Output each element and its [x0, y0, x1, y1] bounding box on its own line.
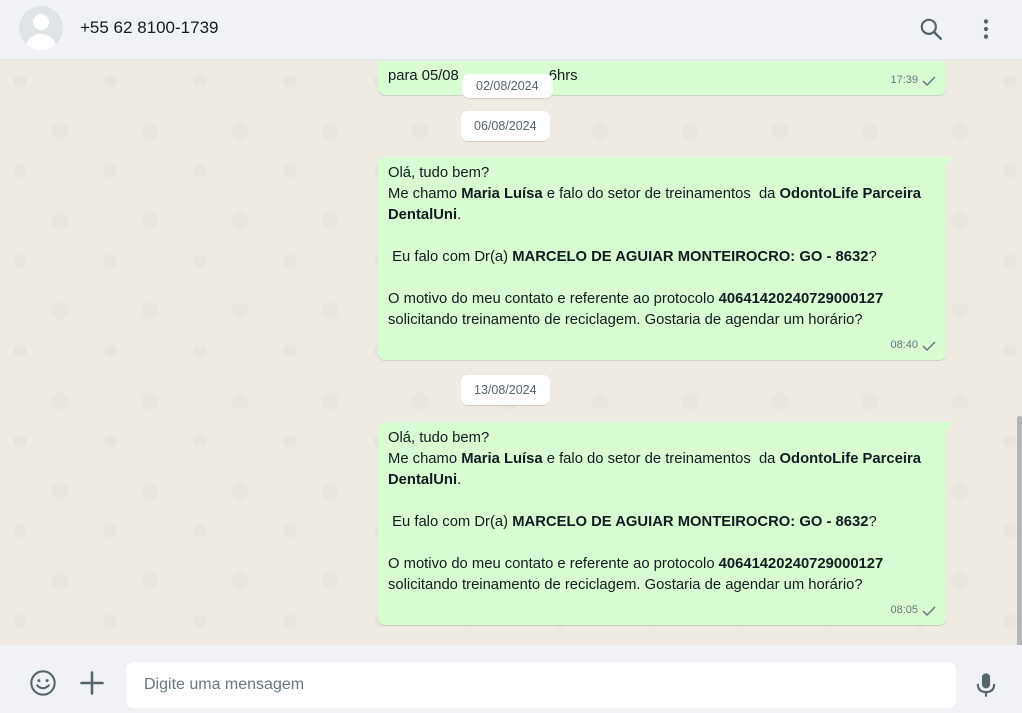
- message-input-placeholder: Digite uma mensagem: [144, 676, 305, 693]
- message-time: 08:40: [890, 339, 918, 351]
- date-label: 13/08/2024: [474, 383, 537, 397]
- date-chip: 06/08/2024: [461, 111, 550, 141]
- message-meta: 08:05: [890, 600, 936, 621]
- message-bubble[interactable]: Olá, tudo bem? Me chamo Maria Luísa e fa…: [378, 157, 954, 360]
- microphone-icon[interactable]: [972, 671, 1000, 699]
- avatar-head: [33, 14, 49, 30]
- chat-area[interactable]: para 05/08 6hrs 17:39 02/08/2024 06/08/20…: [0, 61, 1022, 645]
- emoji-icon[interactable]: [29, 669, 57, 697]
- message-time: 08:05: [890, 604, 918, 616]
- scrollbar[interactable]: [1017, 416, 1022, 645]
- message-time: 17:39: [890, 74, 918, 86]
- contact-name[interactable]: +55 62 8100-1739: [80, 18, 219, 38]
- plus-icon[interactable]: [78, 669, 106, 697]
- single-check-icon: [922, 605, 936, 616]
- avatar[interactable]: [19, 6, 63, 50]
- date-label: 06/08/2024: [474, 119, 537, 133]
- single-check-icon: [922, 75, 936, 86]
- message-input[interactable]: Digite uma mensagem: [126, 662, 956, 708]
- message-bubble[interactable]: Olá, tudo bem? Me chamo Maria Luísa e fa…: [378, 422, 954, 625]
- more-vertical-icon[interactable]: [973, 16, 999, 42]
- message-text: Olá, tudo bem? Me chamo Maria Luísa e fa…: [388, 165, 926, 328]
- message-meta: 08:40: [890, 335, 936, 356]
- date-label: 02/08/2024: [476, 79, 539, 93]
- message-text: Olá, tudo bem? Me chamo Maria Luísa e fa…: [388, 430, 926, 593]
- chat-header: +55 62 8100-1739: [0, 0, 1022, 60]
- avatar-body: [25, 34, 57, 50]
- single-check-icon: [922, 340, 936, 351]
- date-chip: 02/08/2024: [462, 74, 553, 98]
- composer-bar: Digite uma mensagem: [0, 645, 1022, 713]
- search-icon[interactable]: [918, 16, 944, 42]
- message-meta: 17:39: [890, 70, 936, 91]
- date-chip: 13/08/2024: [461, 375, 550, 405]
